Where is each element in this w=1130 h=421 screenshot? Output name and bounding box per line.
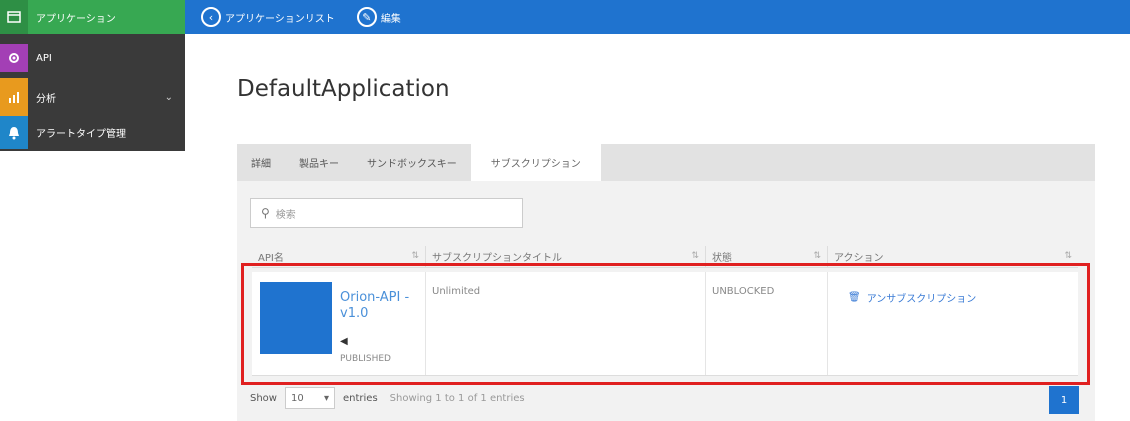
- app-root: アプリケーション API 分析 ⌄ アラートタイプ管理 ‹ アプリケーションリス…: [0, 0, 1130, 421]
- bell-icon: [0, 116, 28, 149]
- search-icon: ⚲: [261, 206, 270, 220]
- sidebar-item-label: 分析: [36, 93, 56, 105]
- chevron-left-icon: ‹: [201, 7, 221, 27]
- sidebar-item-label: アラートタイプ管理: [36, 129, 126, 140]
- sort-icon: ⇅: [1064, 251, 1072, 261]
- sort-icon: ⇅: [691, 251, 699, 261]
- table-info: Showing 1 to 1 of 1 entries: [389, 392, 525, 404]
- gear-icon: [0, 44, 28, 72]
- tab-subscriptions[interactable]: サブスクリプション: [470, 144, 601, 181]
- highlight-box: [241, 263, 1090, 385]
- tab-sandbox-keys[interactable]: サンドボックスキー: [353, 144, 471, 181]
- application-list-label: アプリケーションリスト: [225, 13, 335, 25]
- column-header-label: アクション: [834, 253, 884, 264]
- sidebar-item-api[interactable]: API: [0, 44, 185, 72]
- sidebar-item-label: アプリケーション: [36, 13, 116, 25]
- column-header-label: 状態: [712, 253, 732, 264]
- sidebar-item-applications[interactable]: アプリケーション: [0, 0, 185, 34]
- application-list-button[interactable]: ‹ アプリケーションリスト: [201, 7, 335, 27]
- window-icon: [0, 0, 28, 34]
- pencil-icon: ✎: [356, 7, 377, 27]
- page-size-value: 10: [290, 392, 304, 404]
- sidebar-item-alert-types[interactable]: アラートタイプ管理: [0, 116, 185, 149]
- edit-label: 編集: [380, 13, 401, 25]
- show-label: Show: [250, 392, 277, 404]
- search-input[interactable]: ⚲ 検索: [250, 198, 523, 228]
- pagination-page-1[interactable]: 1: [1049, 386, 1079, 414]
- column-header-label: サブスクリプションタイトル: [432, 253, 562, 264]
- table-footer: Show 10 ▾ entries Showing 1 to 1 of 1 en…: [250, 387, 525, 409]
- tab-product-keys[interactable]: 製品キー: [285, 144, 353, 181]
- tab-details[interactable]: 詳細: [237, 144, 285, 181]
- sort-icon: ⇅: [813, 251, 821, 261]
- entries-label: entries: [342, 392, 378, 404]
- edit-button[interactable]: ✎ 編集: [356, 7, 401, 27]
- chevron-down-icon[interactable]: ⌄: [165, 92, 173, 103]
- chart-icon: [0, 78, 28, 116]
- sidebar-item-analysis[interactable]: 分析 ⌄: [0, 78, 185, 116]
- tab-bar: 詳細 製品キー サンドボックスキー サブスクリプション: [237, 144, 1095, 181]
- page-size-select[interactable]: 10 ▾: [284, 387, 335, 409]
- top-bar: ‹ アプリケーションリスト ✎ 編集: [185, 0, 1130, 34]
- column-header-label: API名: [258, 253, 284, 264]
- sidebar: アプリケーション API 分析 ⌄ アラートタイプ管理: [0, 0, 185, 151]
- search-placeholder: 検索: [275, 209, 296, 221]
- page-title: DefaultApplication: [237, 76, 450, 102]
- sort-icon: ⇅: [411, 251, 419, 261]
- sidebar-item-label: API: [36, 52, 52, 64]
- caret-down-icon: ▾: [323, 392, 329, 404]
